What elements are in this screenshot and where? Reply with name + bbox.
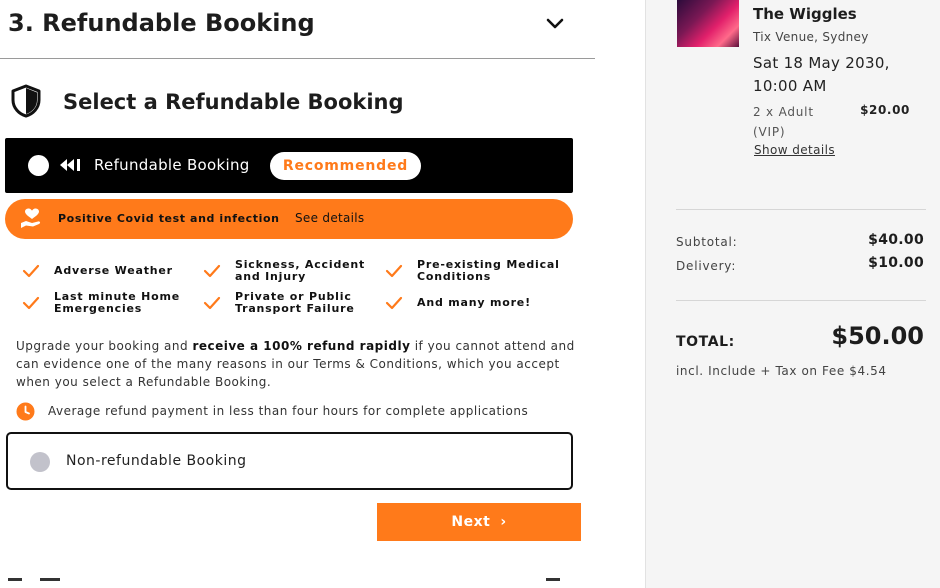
check-icon xyxy=(22,296,40,310)
total-value: $50.00 xyxy=(831,322,924,350)
refund-description: Upgrade your booking and receive a 100% … xyxy=(16,337,586,391)
step-header[interactable]: 3. Refundable Booking xyxy=(8,6,595,44)
chevron-down-icon[interactable] xyxy=(543,12,567,36)
chevron-right-icon: › xyxy=(500,514,507,530)
benefit-label: Last minute Home Emergencies xyxy=(54,290,180,315)
shield-icon xyxy=(11,84,41,118)
step-title: 3. Refundable Booking xyxy=(8,9,315,37)
benefit-item: Sickness, Accident and Injury xyxy=(203,259,383,285)
check-icon xyxy=(22,264,40,278)
ticket-description: 2 x Adult (VIP) xyxy=(753,105,814,139)
checkout-main-panel: 3. Refundable Booking Select a Refundabl… xyxy=(0,0,645,588)
delivery-value: $10.00 xyxy=(868,255,924,271)
delivery-label: Delivery: xyxy=(676,259,737,273)
summary-divider xyxy=(676,300,926,301)
ticket-price: $20.00 xyxy=(860,103,910,117)
refundable-booking-option[interactable]: Refundable Booking Recommended xyxy=(5,138,573,193)
rewind-icon xyxy=(60,159,80,171)
event-thumbnail xyxy=(677,0,739,47)
benefit-item: Pre-existing Medical Conditions xyxy=(385,259,575,285)
non-refundable-booking-option[interactable]: Non-refundable Booking xyxy=(6,432,573,490)
partial-text xyxy=(8,578,22,581)
description-highlight: receive a 100% refund rapidly xyxy=(192,339,411,353)
non-refundable-booking-label: Non-refundable Booking xyxy=(66,453,247,469)
check-icon xyxy=(385,264,403,278)
subtotal-label: Subtotal: xyxy=(676,235,738,249)
covid-cover-banner: Positive Covid test and infection See de… xyxy=(5,199,573,239)
tax-note: incl. Include + Tax on Fee $4.54 xyxy=(676,364,887,378)
see-details-link[interactable]: See details xyxy=(295,211,364,225)
check-icon xyxy=(203,296,221,310)
next-step-header-partial xyxy=(8,578,568,588)
show-details-link[interactable]: Show details xyxy=(754,143,835,157)
order-summary-sidebar: The Wiggles Tix Venue, Sydney Sat 18 May… xyxy=(645,0,940,588)
partial-text xyxy=(40,578,60,581)
event-title: The Wiggles xyxy=(753,5,857,23)
benefit-item: Private or Public Transport Failure xyxy=(203,291,383,317)
description-text: Upgrade your booking and xyxy=(16,339,193,353)
benefit-label: And many more! xyxy=(417,296,531,309)
benefit-item: And many more! xyxy=(385,295,575,315)
benefit-label: Pre-existing Medical Conditions xyxy=(417,258,560,283)
step-divider xyxy=(0,58,595,59)
recommended-badge: Recommended xyxy=(270,152,421,180)
check-icon xyxy=(203,264,221,278)
event-venue: Tix Venue, Sydney xyxy=(753,30,869,44)
subtotal-value: $40.00 xyxy=(868,232,924,248)
refundable-booking-label: Refundable Booking xyxy=(94,156,250,174)
next-button[interactable]: Next › xyxy=(377,503,581,541)
next-button-label: Next xyxy=(451,514,491,530)
heart-in-hand-icon xyxy=(21,208,41,228)
check-icon xyxy=(385,296,403,310)
benefit-label: Sickness, Accident and Injury xyxy=(235,258,366,283)
summary-divider xyxy=(676,209,926,210)
partial-chevron xyxy=(546,578,560,581)
covid-cover-text: Positive Covid test and infection xyxy=(58,212,280,225)
section-title: Select a Refundable Booking xyxy=(63,90,404,114)
event-date: Sat 18 May 2030, 10:00 AM xyxy=(753,54,890,95)
benefit-label: Adverse Weather xyxy=(54,264,173,277)
average-refund-note: Average refund payment in less than four… xyxy=(48,404,529,418)
benefit-item: Last minute Home Emergencies xyxy=(22,291,202,317)
benefit-item: Adverse Weather xyxy=(22,263,202,289)
total-label: TOTAL: xyxy=(676,334,735,350)
benefit-label: Private or Public Transport Failure xyxy=(235,290,355,315)
clock-icon xyxy=(16,402,35,421)
refundable-radio[interactable] xyxy=(28,155,49,176)
non-refundable-radio[interactable] xyxy=(30,452,50,472)
